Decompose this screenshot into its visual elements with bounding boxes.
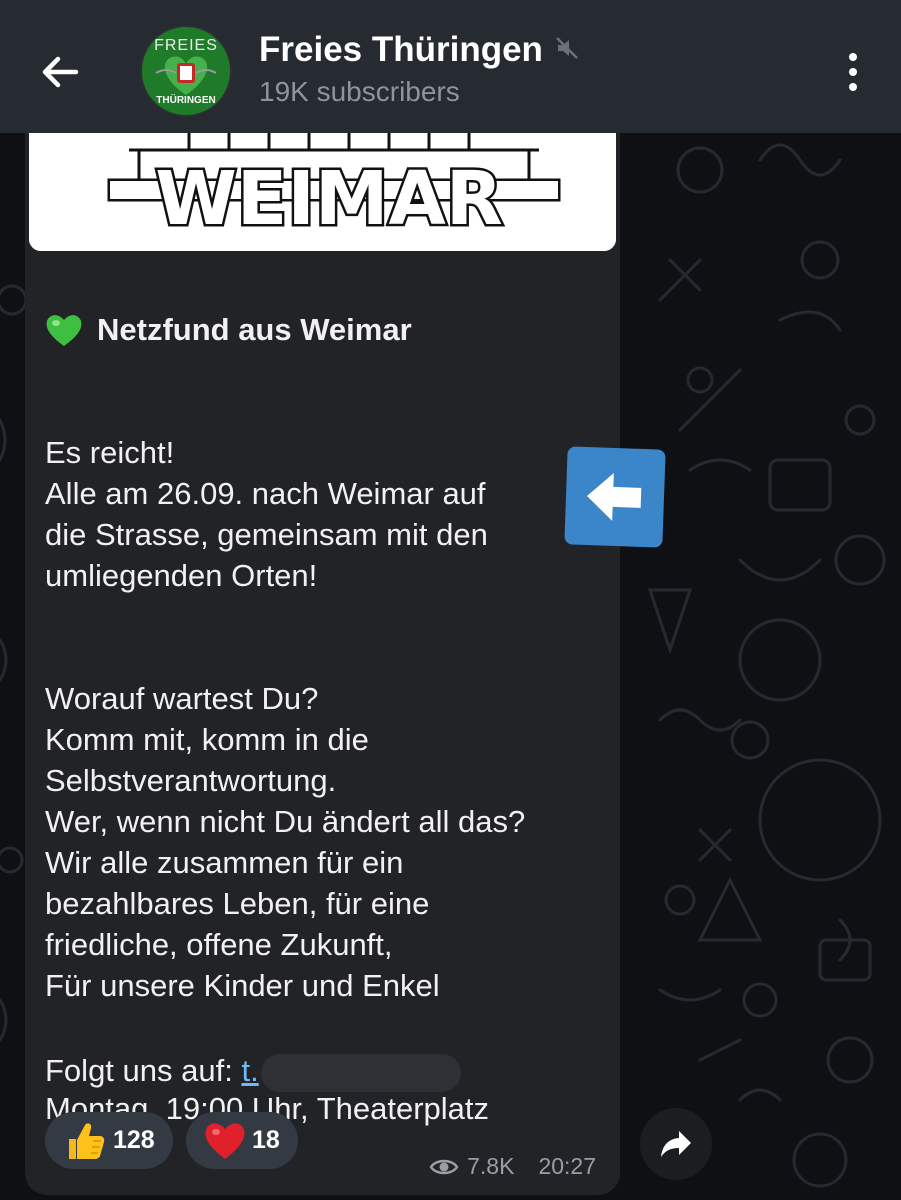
back-button[interactable] [30, 42, 90, 102]
green-heart-icon [46, 314, 82, 346]
arrow-left-icon [42, 56, 79, 88]
reaction-count: 18 [252, 1126, 280, 1154]
channel-avatar[interactable]: FREIES THÜRINGEN [140, 25, 232, 117]
channel-header: FREIES THÜRINGEN Freies Thüringen 19K su… [0, 0, 901, 133]
share-arrow-icon [661, 1131, 691, 1157]
channel-link[interactable]: t. [241, 1053, 258, 1088]
message-bubble[interactable]: WEIMAR Netzfund aus Weimar Es reicht! Al… [25, 100, 620, 1195]
follow-label: Folgt uns auf: [45, 1053, 242, 1088]
follow-line: Folgt uns auf: t. [45, 1050, 461, 1092]
weimar-poster-text: WEIMAR [155, 156, 503, 242]
view-count: 7.8K [467, 1153, 515, 1179]
dot-icon [849, 53, 857, 61]
message-heading-text: Netzfund aus Weimar [97, 312, 412, 347]
share-button[interactable] [640, 1108, 712, 1180]
muted-icon [555, 36, 579, 65]
reaction-count: 128 [113, 1126, 155, 1154]
message-paragraph: Es reicht! Alle am 26.09. nach Weimar au… [45, 435, 488, 593]
avatar-text-bottom: THÜRINGEN [156, 95, 216, 106]
message-time: 20:27 [538, 1153, 596, 1179]
arrow-left-icon [587, 472, 642, 521]
avatar-text-top: FREIES [154, 37, 218, 54]
reaction-heart[interactable]: 18 [186, 1112, 298, 1169]
chat-screen: FREIES THÜRINGEN Freies Thüringen 19K su… [0, 0, 901, 1200]
redacted-link-blur [260, 1053, 461, 1092]
channel-title-block[interactable]: Freies Thüringen 19K subscribers [259, 30, 579, 108]
red-heart-icon [205, 1122, 245, 1159]
subscriber-count: 19K subscribers [259, 76, 460, 107]
message-paragraph: Worauf wartest Du? Komm mit, komm in die… [45, 681, 526, 1003]
dot-icon [849, 83, 857, 91]
channel-title: Freies Thüringen [259, 30, 543, 69]
annotation-arrow-sticker [564, 446, 666, 548]
reaction-thumbs-up[interactable]: 128 [45, 1112, 173, 1169]
dot-icon [849, 68, 857, 76]
message-heading: Netzfund aus Weimar [45, 309, 605, 350]
thumbs-up-icon [69, 1122, 105, 1159]
eye-icon [429, 1159, 459, 1174]
message-meta: 7.8K 20:27 [429, 1153, 596, 1180]
more-options-button[interactable] [833, 48, 873, 96]
